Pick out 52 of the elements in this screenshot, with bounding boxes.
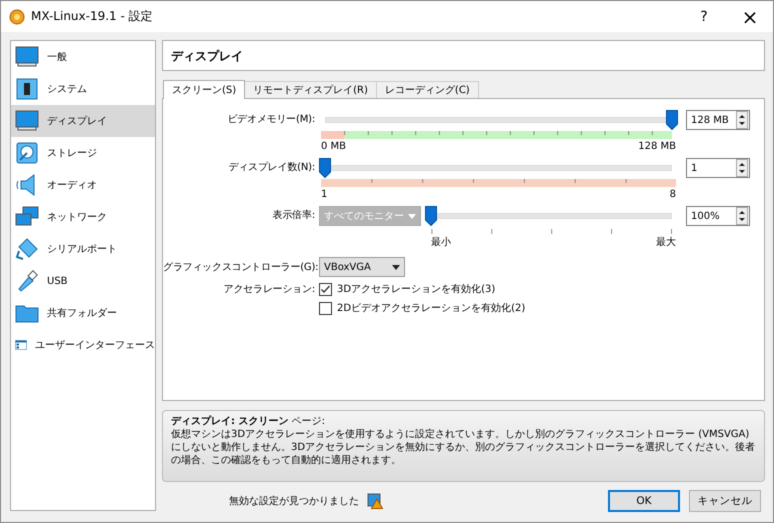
max-label: 128 MB [638, 140, 676, 154]
checkbox-icon [319, 282, 332, 296]
monitor-icon [15, 45, 39, 69]
min-label: 0 MB [321, 140, 346, 154]
sidebar-item[interactable]: シリアルポート [11, 233, 155, 265]
sidebar-item[interactable]: 一般 [11, 41, 155, 73]
tab[interactable]: レコーディング(C) [376, 81, 479, 98]
info-text: 仮想マシンは3Dアクセラレーションを使用するように設定されています。しかし別のグラフィックスコントローラー (VMSVGA) にしないと動作しません。3Dアクセラレーションを無効にするか、別のグラフィックスコントローラーを選択してください。後者の場合、この確認をもって自動的に適用されます。 [171, 428, 756, 467]
app-logo-icon [9, 8, 25, 24]
max-label: 最大 [656, 236, 676, 250]
spin-box[interactable]: 100% [686, 206, 750, 226]
slider-handle[interactable] [319, 158, 331, 178]
monitor-dropdown: すべてのモニター [319, 206, 421, 226]
sidebar-item[interactable]: USB [11, 265, 155, 297]
field-label: 表示倍率: [272, 208, 316, 223]
field-label: ディスプレイ数(N): [228, 160, 316, 175]
dialog-button[interactable]: キャンセル [689, 490, 761, 512]
caret-icon [392, 264, 400, 270]
tab[interactable]: スクリーン(S) [163, 80, 246, 99]
sidebar-item[interactable]: ユーザーインターフェース [11, 329, 155, 361]
controller-dropdown[interactable]: VBoxVGA [319, 257, 405, 277]
checkbox[interactable]: 3Dアクセラレーションを有効化(3) [319, 282, 496, 296]
checkbox[interactable]: 2Dビデオアクセラレーションを有効化(2) [319, 301, 526, 315]
field-label: アクセラレーション: [224, 284, 315, 295]
spin-box[interactable]: 1 [686, 158, 750, 178]
spin-box[interactable]: 128 MB [686, 110, 750, 130]
caret-icon [408, 214, 416, 218]
help-button[interactable]: ? [681, 1, 727, 32]
dialog-button[interactable]: OK [608, 490, 680, 512]
sidebar-item[interactable]: システム [11, 73, 155, 105]
slider-handle[interactable] [666, 110, 678, 130]
warning-icon [367, 493, 383, 509]
close-button[interactable]: × [727, 1, 773, 32]
sidebar-item[interactable]: ストレージ [11, 137, 155, 169]
page-title: ディスプレイ [162, 40, 765, 71]
field-label: ビデオメモリー(M): [226, 113, 316, 127]
sidebar-item[interactable]: 共有フォルダー [11, 297, 155, 329]
min-label: 1 [321, 188, 328, 202]
sidebar-item[interactable]: ネットワーク [11, 201, 155, 233]
checkbox-icon [319, 302, 332, 314]
sidebar-item[interactable]: ディスプレイ [11, 105, 155, 137]
status-message: 無効な設定が見つかりました [229, 494, 359, 508]
info-title: ディスプレイ: スクリーン ページ: [171, 415, 326, 428]
slider-handle[interactable] [425, 206, 437, 226]
window-title: MX-Linux-19.1 - 設定 [31, 8, 153, 25]
max-label: 8 [670, 188, 676, 202]
monitor-icon [15, 109, 39, 133]
sidebar-item[interactable]: オーディオ [11, 169, 155, 201]
serial-port-icon [15, 237, 39, 261]
field-label: グラフィックスコントローラー(G): [163, 261, 319, 274]
chip-icon [15, 77, 39, 101]
min-label: 最小 [431, 236, 451, 250]
